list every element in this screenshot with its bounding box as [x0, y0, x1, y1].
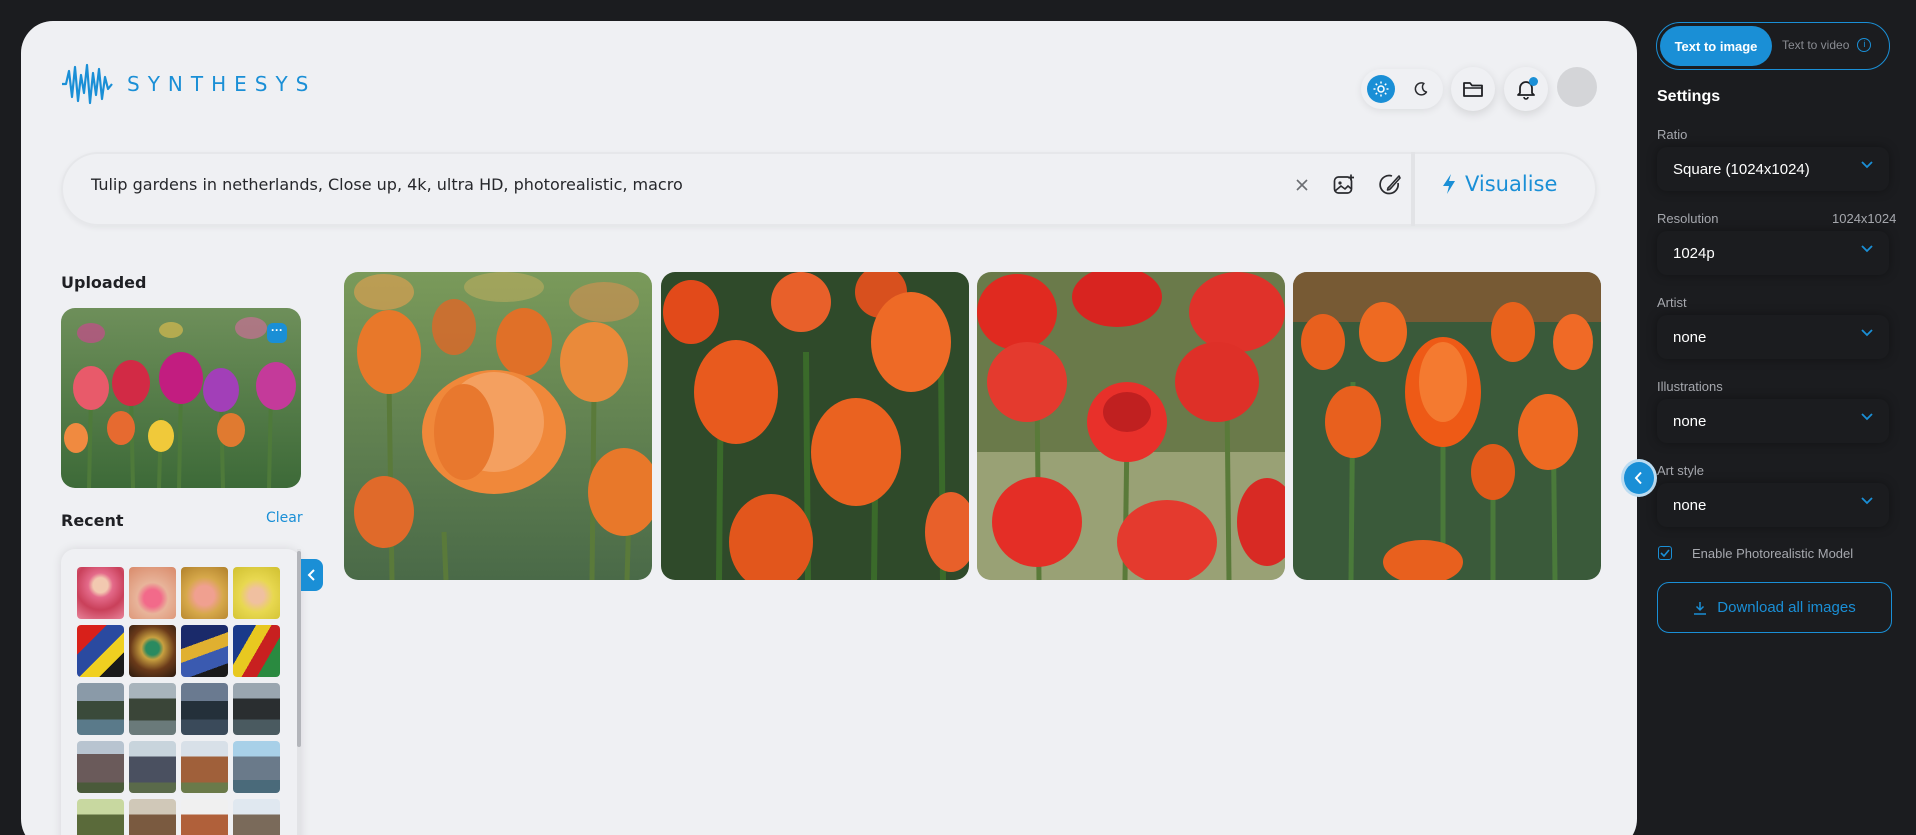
mode-toggle: Text to image Text to video i — [1656, 22, 1890, 70]
art-style-label: Art style — [1657, 463, 1704, 478]
tab-text-to-video[interactable]: Text to video i — [1782, 38, 1872, 52]
recent-grid — [77, 567, 280, 835]
generated-image-3[interactable] — [977, 272, 1285, 580]
prompt-bar: Tulip gardens in netherlands, Close up, … — [61, 152, 1597, 226]
artist-select[interactable]: none — [1657, 315, 1889, 359]
collapse-sidebar-button[interactable] — [301, 559, 323, 591]
recent-thumbnail[interactable] — [233, 799, 280, 835]
notifications-button[interactable] — [1504, 67, 1548, 111]
moon-icon[interactable] — [1407, 75, 1435, 103]
main-canvas: SYNTHESYS Tulip gardens in netherlands, … — [21, 21, 1637, 835]
recent-thumbnail[interactable] — [181, 741, 228, 793]
add-image-icon[interactable] — [1329, 170, 1359, 200]
art-style-value: none — [1673, 497, 1707, 514]
brand-name: SYNTHESYS — [127, 72, 317, 96]
recent-thumbnail[interactable] — [181, 799, 228, 835]
prompt-divider — [1411, 152, 1415, 226]
avatar[interactable] — [1557, 67, 1597, 107]
resolution-label: Resolution — [1657, 211, 1719, 226]
clear-prompt-icon[interactable] — [1287, 170, 1317, 200]
recent-thumbnail[interactable] — [129, 567, 176, 619]
info-icon[interactable]: i — [1857, 38, 1872, 52]
resolution-select[interactable]: 1024p — [1657, 231, 1889, 275]
recent-thumbnail[interactable] — [77, 567, 124, 619]
recent-thumbnail[interactable] — [233, 567, 280, 619]
generated-image-2[interactable] — [661, 272, 969, 580]
recent-thumbnail[interactable] — [77, 625, 124, 677]
tab-text-to-image[interactable]: Text to image — [1660, 26, 1772, 66]
illustrations-value: none — [1673, 413, 1707, 430]
style-brush-icon[interactable] — [1375, 170, 1405, 200]
recent-panel — [61, 549, 301, 835]
uploaded-image[interactable]: ··· — [61, 308, 301, 488]
resolution-pixels: 1024x1024 — [1832, 211, 1897, 226]
clear-recent-link[interactable]: Clear — [266, 510, 303, 526]
illustrations-select[interactable]: none — [1657, 399, 1889, 443]
download-all-label: Download all images — [1717, 599, 1856, 616]
tulip-image — [344, 272, 652, 580]
resolution-value: 1024p — [1673, 245, 1715, 262]
recent-thumbnail[interactable] — [77, 741, 124, 793]
uploaded-title: Uploaded — [61, 273, 147, 292]
notification-badge — [1529, 77, 1538, 86]
check-icon — [1660, 549, 1670, 557]
recent-thumbnail[interactable] — [129, 741, 176, 793]
folder-icon — [1463, 82, 1483, 97]
recent-thumbnail[interactable] — [77, 683, 124, 735]
collapse-settings-button[interactable] — [1624, 462, 1654, 494]
ratio-label: Ratio — [1657, 127, 1688, 142]
chevron-down-icon — [1861, 245, 1873, 253]
download-icon — [1694, 601, 1707, 615]
recent-thumbnail[interactable] — [181, 683, 228, 735]
logo: SYNTHESYS — [61, 63, 316, 105]
settings-title: Settings — [1657, 88, 1721, 105]
recent-thumbnail[interactable] — [181, 567, 228, 619]
lightning-icon — [1443, 174, 1455, 194]
recent-thumbnail[interactable] — [129, 799, 176, 835]
folder-button[interactable] — [1451, 67, 1495, 111]
uploaded-tulips-image — [61, 308, 301, 488]
photoreal-checkbox[interactable] — [1658, 546, 1672, 560]
recent-thumbnail[interactable] — [129, 625, 176, 677]
artist-value: none — [1673, 329, 1707, 346]
generated-image-4[interactable] — [1293, 272, 1601, 580]
recent-thumbnail[interactable] — [233, 683, 280, 735]
sun-icon[interactable] — [1367, 75, 1395, 103]
recent-thumbnail[interactable] — [181, 625, 228, 677]
chevron-left-icon — [1634, 471, 1642, 485]
chevron-down-icon — [1861, 161, 1873, 169]
chevron-down-icon — [1861, 413, 1873, 421]
theme-toggle[interactable] — [1361, 69, 1443, 109]
visualise-label: Visualise — [1465, 172, 1558, 196]
tulip-image — [977, 272, 1285, 580]
ratio-select[interactable]: Square (1024x1024) — [1657, 147, 1889, 191]
recent-thumbnail[interactable] — [233, 741, 280, 793]
ratio-value: Square (1024x1024) — [1673, 161, 1810, 178]
recent-thumbnail[interactable] — [77, 799, 124, 835]
chevron-down-icon — [1861, 329, 1873, 337]
visualise-button[interactable]: Visualise — [1441, 172, 1557, 196]
art-style-select[interactable]: none — [1657, 483, 1889, 527]
waveform-logo-icon — [62, 63, 113, 105]
recent-thumbnail[interactable] — [129, 683, 176, 735]
generated-image-1[interactable] — [344, 272, 652, 580]
illustrations-label: Illustrations — [1657, 379, 1723, 394]
photoreal-label: Enable Photorealistic Model — [1692, 546, 1854, 561]
tulip-image — [661, 272, 969, 580]
tab-text-to-video-label: Text to video — [1782, 38, 1850, 52]
uploaded-options-button[interactable]: ··· — [267, 323, 287, 343]
recent-thumbnail[interactable] — [233, 625, 280, 677]
chevron-down-icon — [1861, 497, 1873, 505]
tulip-image — [1293, 272, 1601, 580]
download-all-button[interactable]: Download all images — [1657, 582, 1892, 633]
chevron-left-icon — [307, 569, 315, 581]
recent-title: Recent — [61, 511, 124, 530]
artist-label: Artist — [1657, 295, 1687, 310]
prompt-input[interactable]: Tulip gardens in netherlands, Close up, … — [91, 175, 683, 194]
